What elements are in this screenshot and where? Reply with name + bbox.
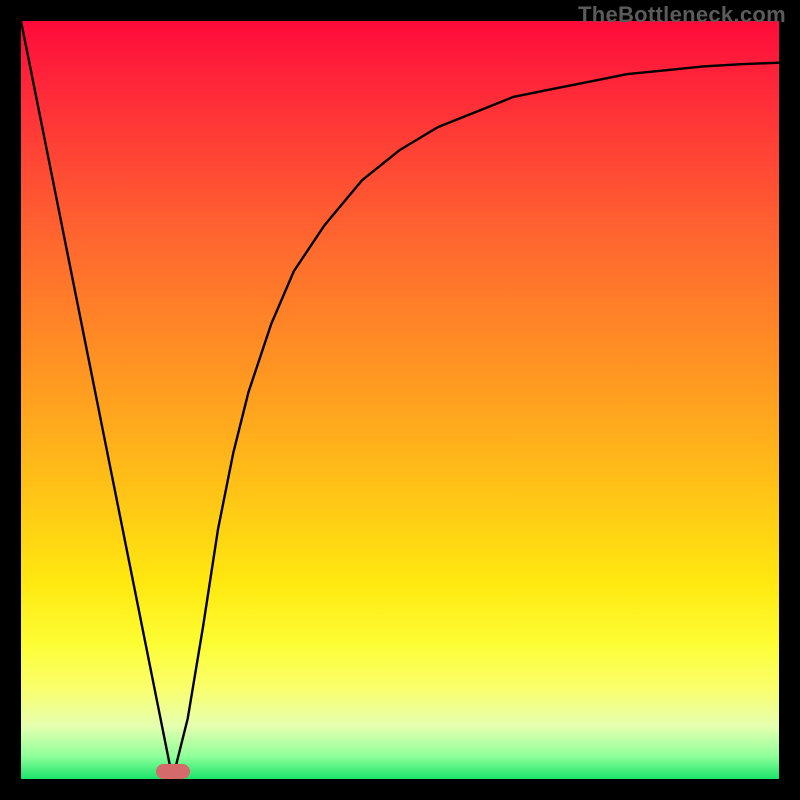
curve-path (21, 21, 779, 779)
plot-area (21, 21, 779, 779)
chart-frame: TheBottleneck.com (0, 0, 800, 800)
bottleneck-curve (21, 21, 779, 779)
watermark-text: TheBottleneck.com (578, 2, 786, 28)
optimal-point-marker (156, 764, 190, 779)
